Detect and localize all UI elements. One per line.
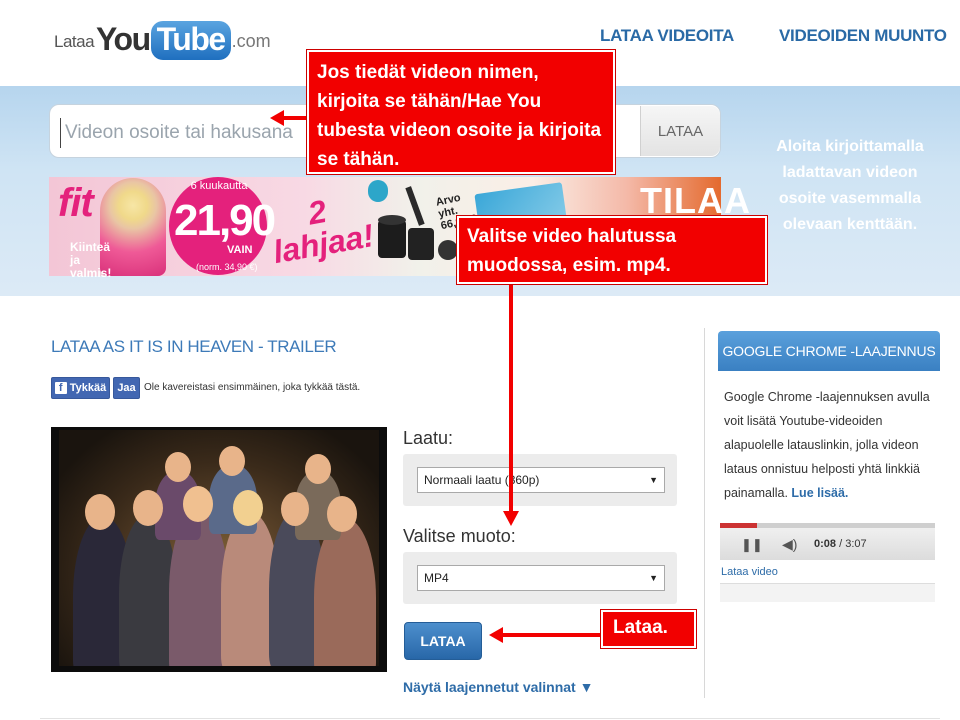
bottom-divider xyxy=(40,718,940,719)
quality-label: Laatu: xyxy=(403,428,454,448)
dropdown-arrow-icon: ▼ xyxy=(649,475,658,485)
facebook-like-label: Tykkää xyxy=(69,382,107,394)
pause-icon[interactable]: ❚❚ xyxy=(741,537,763,553)
format-select[interactable]: MP4 ▼ xyxy=(417,565,665,591)
callout-search-instruction: Jos tiedät videon nimen, kirjoita se täh… xyxy=(306,49,616,175)
site-logo[interactable]: Lataa You Tube .com xyxy=(54,10,271,60)
facebook-like-button[interactable]: f Tykkää xyxy=(51,377,110,399)
nav-lataa-videoita[interactable]: LATAA VIDEOITA xyxy=(600,26,734,46)
ad-normal-price: (norm. 34,90 €) xyxy=(196,262,258,272)
chrome-extension-heading[interactable]: GOOGLE CHROME -LAAJENNUS xyxy=(718,331,940,371)
demo-current-time: 0:08 xyxy=(814,538,837,550)
demo-player-footer xyxy=(720,583,935,602)
quality-select-value: Normaali laatu (360p) xyxy=(424,473,540,487)
column-divider xyxy=(704,328,705,698)
facebook-icon: f xyxy=(54,382,67,394)
demo-lataa-video-link[interactable]: Lataa video xyxy=(721,566,778,578)
download-button[interactable]: LATAA xyxy=(404,622,482,660)
video-title: LATAA AS IT IS IN HEAVEN - TRAILER xyxy=(51,337,337,356)
video-thumbnail[interactable] xyxy=(59,430,379,666)
logo-part-tube: Tube xyxy=(150,21,231,60)
dropdown-arrow-icon: ▼ xyxy=(649,573,658,583)
demo-total-time: 3:07 xyxy=(845,538,867,550)
facebook-share-button[interactable]: Jaa xyxy=(113,377,140,399)
demo-player-time: 0:08 / 3:07 xyxy=(814,538,867,550)
search-hint-text: Aloita kirjoittamalla ladattavan videon … xyxy=(776,138,924,233)
ad-price: 21,90 xyxy=(174,196,276,245)
format-label: Valitse muoto: xyxy=(403,526,516,546)
volume-icon[interactable]: ◀) xyxy=(782,536,797,553)
read-more-link[interactable]: Lue lisää. xyxy=(791,486,848,500)
logo-part-com: .com xyxy=(231,31,271,51)
ad-brand-fit: fit xyxy=(58,181,94,225)
advanced-options-link[interactable]: Näytä laajennetut valinnat ▼ xyxy=(403,679,593,695)
chrome-extension-description: Google Chrome -laajennuksen avulla voit … xyxy=(724,390,930,500)
nav-videoiden-muunto[interactable]: VIDEOIDEN MUUNTO xyxy=(779,26,947,46)
chrome-extension-text: Google Chrome -laajennuksen avulla voit … xyxy=(724,385,936,505)
callout-download-instruction: Lataa. xyxy=(600,609,697,649)
demo-progress-fill xyxy=(720,523,757,528)
facebook-like-text: Ole kavereistasi ensimmäinen, joka tykkä… xyxy=(144,382,361,393)
search-lataa-button[interactable]: LATAA xyxy=(640,106,720,156)
quality-select[interactable]: Normaali laatu (360p) ▼ xyxy=(417,467,665,493)
logo-part-you: You xyxy=(96,21,151,57)
ad-months-text: 6 kuukautta xyxy=(190,180,248,192)
ad-kiintea-text: Kiinteä ja valmis! xyxy=(70,240,112,280)
format-select-value: MP4 xyxy=(424,571,449,585)
ad-vain: VAIN xyxy=(227,244,253,256)
logo-part-lataa: Lataa xyxy=(54,32,95,51)
callout-format-instruction: Valitse video halutussa muodossa, esim. … xyxy=(456,215,768,285)
